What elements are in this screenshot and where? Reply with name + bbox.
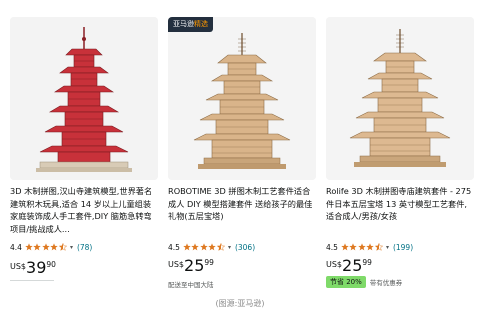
wooden-pagoda-image	[326, 17, 474, 180]
badge-accent: 精选	[194, 20, 208, 28]
price: US$ 25 99	[168, 257, 214, 277]
star-rating[interactable]	[341, 243, 383, 251]
rating-value: 4.4	[10, 242, 22, 252]
price-currency: US$	[168, 260, 185, 269]
rating-row[interactable]: 4.5 ▾ (306)	[168, 241, 255, 253]
star-full-icon	[349, 243, 358, 251]
delivery-info: 配送至中国大陆	[168, 281, 214, 289]
star-full-icon	[200, 243, 208, 251]
price-fraction: 99	[362, 258, 372, 267]
chevron-down-icon[interactable]: ▾	[70, 244, 73, 251]
price-divider	[10, 280, 54, 281]
price: US$ 25 99	[326, 257, 372, 277]
review-count[interactable]: (78)	[77, 243, 92, 252]
product-image[interactable]	[10, 17, 158, 180]
rating-value: 4.5	[326, 242, 338, 252]
product-title[interactable]: ROBOTIME 3D 拼图木制工艺套件适合成人 DIY 模型搭建套件 送给孩子…	[168, 185, 316, 235]
price: US$ 39 90	[10, 259, 56, 279]
rating-row[interactable]: 4.4 ▾ (78)	[10, 241, 92, 253]
star-half-icon	[58, 243, 67, 251]
product-image[interactable]: 亚马逊精选	[168, 17, 316, 180]
chevron-down-icon[interactable]: ▾	[386, 244, 389, 251]
product-title[interactable]: 3D 木制拼图,汉山寺建筑模型,世界著名建筑积木玩具,适合 14 岁以上儿童组装…	[10, 185, 158, 235]
price-whole: 25	[342, 256, 363, 275]
star-full-icon	[25, 243, 33, 251]
chevron-down-icon[interactable]: ▾	[228, 244, 231, 251]
savings-badge: 节省 20%	[326, 276, 366, 288]
product-title[interactable]: Rolife 3D 木制拼图寺庙建筑套件 - 275 件日本五层宝塔 13 英寸…	[326, 185, 474, 235]
coupon-deal[interactable]: 节省 20% 带有优惠券	[326, 276, 402, 288]
product-image[interactable]	[326, 17, 474, 180]
price-fraction: 99	[204, 258, 214, 267]
amazons-choice-badge: 亚马逊精选	[168, 17, 213, 32]
star-full-icon	[183, 243, 191, 251]
star-full-icon	[191, 243, 200, 251]
price-fraction: 90	[46, 260, 56, 269]
star-full-icon	[358, 243, 366, 251]
wooden-pagoda-image	[168, 17, 316, 180]
star-full-icon	[42, 243, 50, 251]
rating-value: 4.5	[168, 242, 180, 252]
star-full-icon	[341, 243, 349, 251]
red-pagoda-image	[10, 17, 158, 180]
rating-row[interactable]: 4.5 ▾ (199)	[326, 241, 413, 253]
star-full-icon	[33, 243, 42, 251]
coupon-text: 带有优惠券	[369, 279, 403, 287]
star-half-icon	[374, 243, 383, 251]
price-whole: 39	[26, 258, 47, 277]
price-whole: 25	[184, 256, 205, 275]
review-count[interactable]: (199)	[393, 243, 413, 252]
product-card[interactable]: 3D 木制拼图,汉山寺建筑模型,世界著名建筑积木玩具,适合 14 岁以上儿童组装…	[10, 17, 158, 283]
product-card[interactable]: 亚马逊精选 ROBOTIME 3D 拼图木制工艺套件适合成人 DIY 模型搭建套…	[168, 17, 316, 289]
star-full-icon	[50, 243, 59, 251]
review-count[interactable]: (306)	[235, 243, 255, 252]
product-grid: 3D 木制拼图,汉山寺建筑模型,世界著名建筑积木玩具,适合 14 岁以上儿童组装…	[10, 17, 474, 289]
star-full-icon	[366, 243, 375, 251]
price-currency: US$	[326, 260, 343, 269]
image-caption: (图源:亚马逊)	[215, 299, 265, 308]
star-half-icon	[216, 243, 225, 251]
star-rating[interactable]	[183, 243, 225, 251]
product-card[interactable]: Rolife 3D 木制拼图寺庙建筑套件 - 275 件日本五层宝塔 13 英寸…	[326, 17, 474, 288]
star-full-icon	[208, 243, 217, 251]
price-currency: US$	[10, 262, 27, 271]
star-rating[interactable]	[25, 243, 67, 251]
badge-prefix: 亚马逊	[173, 20, 194, 28]
